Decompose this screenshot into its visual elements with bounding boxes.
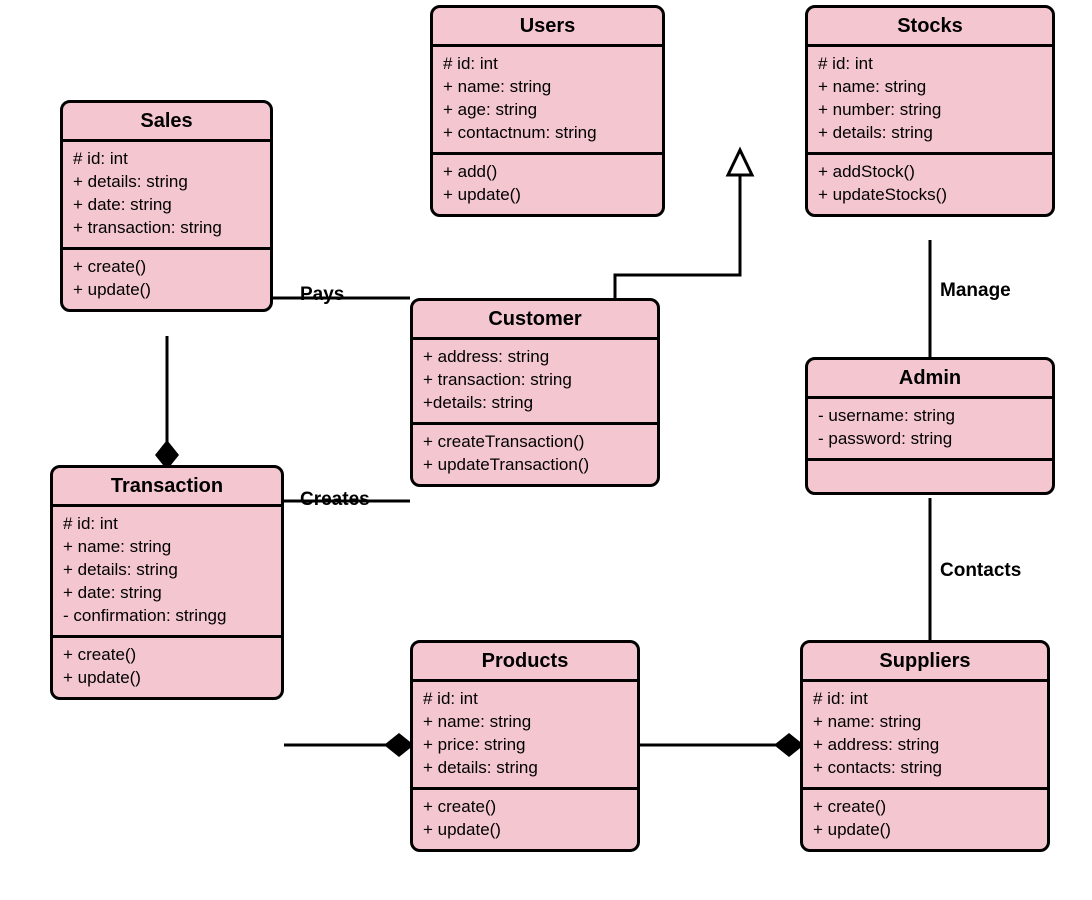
label-manage: Manage (940, 280, 1011, 302)
operations: + create() + update() (803, 790, 1047, 849)
class-title: Admin (808, 360, 1052, 399)
class-title: Users (433, 8, 662, 47)
class-title: Stocks (808, 8, 1052, 47)
label-pays: Pays (300, 284, 344, 306)
operations: + create() + update() (53, 638, 281, 697)
class-transaction: Transaction # id: int + name: string + d… (50, 465, 284, 700)
class-products: Products # id: int + name: string + pric… (410, 640, 640, 852)
operations: + createTransaction() + updateTransactio… (413, 425, 657, 484)
attributes: + address: string + transaction: string … (413, 340, 657, 425)
operations: + create() + update() (63, 250, 270, 309)
attributes: # id: int + details: string + date: stri… (63, 142, 270, 250)
attributes: # id: int + name: string + number: strin… (808, 47, 1052, 155)
operations: + addStock() + updateStocks() (808, 155, 1052, 214)
operations: + create() + update() (413, 790, 637, 849)
class-sales: Sales # id: int + details: string + date… (60, 100, 273, 312)
class-title: Customer (413, 301, 657, 340)
operations (808, 461, 1052, 492)
attributes: # id: int + name: string + details: stri… (53, 507, 281, 638)
attributes: # id: int + name: string + price: string… (413, 682, 637, 790)
class-suppliers: Suppliers # id: int + name: string + add… (800, 640, 1050, 852)
attributes: # id: int + name: string + age: string +… (433, 47, 662, 155)
class-title: Suppliers (803, 643, 1047, 682)
class-users: Users # id: int + name: string + age: st… (430, 5, 665, 217)
class-customer: Customer + address: string + transaction… (410, 298, 660, 487)
operations: + add() + update() (433, 155, 662, 214)
class-stocks: Stocks # id: int + name: string + number… (805, 5, 1055, 217)
class-title: Transaction (53, 468, 281, 507)
class-admin: Admin - username: string - password: str… (805, 357, 1055, 495)
class-title: Products (413, 643, 637, 682)
label-creates: Creates (300, 489, 370, 511)
label-contacts: Contacts (940, 560, 1021, 582)
uml-class-diagram: Users # id: int + name: string + age: st… (0, 0, 1092, 900)
class-title: Sales (63, 103, 270, 142)
attributes: # id: int + name: string + address: stri… (803, 682, 1047, 790)
attributes: - username: string - password: string (808, 399, 1052, 461)
